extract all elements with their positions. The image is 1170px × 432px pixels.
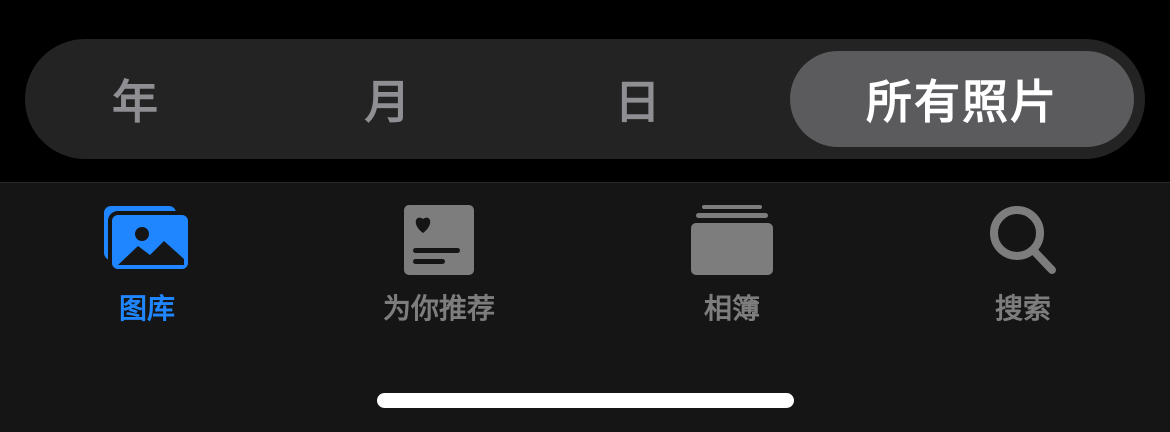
tab-for-you[interactable]: 为你推荐 (339, 183, 539, 333)
segment-day[interactable]: 日 (525, 39, 750, 159)
segment-all-photos[interactable]: 所有照片 (790, 51, 1134, 147)
tab-albums[interactable]: 相簿 (632, 183, 832, 333)
photo-library-icon (104, 206, 192, 273)
tab-search[interactable]: 搜索 (923, 183, 1123, 333)
for-you-icon (404, 205, 474, 275)
tab-search-label: 搜索 (994, 292, 1051, 325)
segment-year[interactable]: 年 (25, 39, 245, 159)
segment-month[interactable]: 月 (275, 39, 500, 159)
search-icon (990, 206, 1056, 274)
albums-icon (691, 205, 773, 275)
view-segmented-control: 年 月 日 所有照片 (25, 39, 1145, 159)
tab-library-label: 图库 (118, 292, 175, 325)
tab-albums-label: 相簿 (703, 292, 760, 325)
tab-library[interactable]: 图库 (47, 183, 247, 333)
tab-for-you-label: 为你推荐 (382, 292, 495, 325)
home-indicator (377, 393, 794, 408)
